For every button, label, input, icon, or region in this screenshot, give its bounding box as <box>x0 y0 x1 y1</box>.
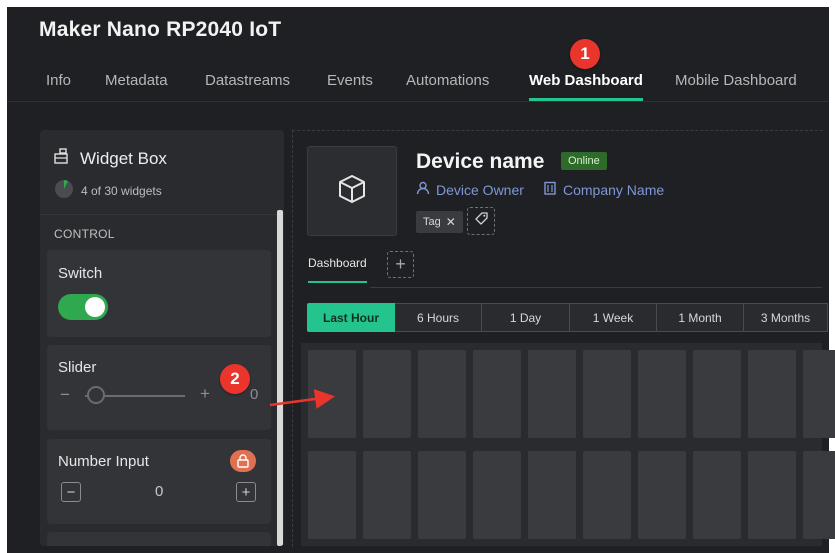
grid-cell[interactable] <box>803 350 835 438</box>
number-value: 0 <box>155 483 164 500</box>
toggle-knob <box>85 297 105 317</box>
tab-events[interactable]: Events <box>327 72 373 98</box>
grid-cell[interactable] <box>693 451 741 539</box>
annotation-badge-2: 2 <box>220 364 250 394</box>
range-3-months[interactable]: 3 Months <box>744 303 828 332</box>
tag-icon <box>474 212 488 230</box>
range-1-month[interactable]: 1 Month <box>657 303 744 332</box>
range-1-day[interactable]: 1 Day <box>482 303 570 332</box>
grid-cell[interactable] <box>638 451 686 539</box>
grid-cell[interactable] <box>418 451 466 539</box>
grid-cell[interactable] <box>418 350 466 438</box>
add-tag-button[interactable] <box>467 207 495 235</box>
tab-info[interactable]: Info <box>46 72 71 98</box>
grid-cell[interactable] <box>473 350 521 438</box>
dashboard-grid[interactable] <box>301 343 835 546</box>
divider <box>40 214 284 215</box>
divider <box>370 287 822 288</box>
tab-dashboard[interactable]: Dashboard <box>308 256 367 283</box>
device-owner-label: Device Owner <box>436 181 524 198</box>
widget-box-header: Widget Box <box>54 148 167 169</box>
grid-cell[interactable] <box>528 350 576 438</box>
widget-box-panel: Widget Box 4 of 30 widgets CONTROL Switc… <box>40 130 284 546</box>
company-label: Company Name <box>563 181 665 198</box>
slider-minus[interactable]: − <box>60 385 70 405</box>
device-owner-link[interactable]: Device Owner <box>416 181 524 198</box>
lock-icon <box>230 450 256 472</box>
tab-datastreams[interactable]: Datastreams <box>205 72 290 98</box>
company-link[interactable]: Company Name <box>543 181 664 198</box>
time-range-selector: Last Hour 6 Hours 1 Day 1 Week 1 Month 3… <box>307 303 828 332</box>
user-icon <box>416 181 430 198</box>
tab-mobile-dashboard[interactable]: Mobile Dashboard <box>675 72 797 98</box>
grid-cell[interactable] <box>583 451 631 539</box>
grid-cell[interactable] <box>363 350 411 438</box>
widget-number-input[interactable]: Number Input − 0 + <box>47 439 271 524</box>
device-image[interactable] <box>307 146 397 236</box>
grid-cell[interactable] <box>473 451 521 539</box>
grid-cell[interactable] <box>803 451 835 539</box>
section-heading-control: CONTROL <box>54 227 115 241</box>
add-dashboard-tab-button[interactable]: + <box>387 251 414 278</box>
range-last-hour[interactable]: Last Hour <box>307 303 395 332</box>
increment-button[interactable]: + <box>236 482 256 502</box>
widget-box-icon <box>54 148 72 169</box>
tag-chip[interactable]: Tag ✕ <box>416 211 463 233</box>
close-icon[interactable]: ✕ <box>446 215 456 229</box>
scrollbar[interactable] <box>277 210 283 546</box>
cube-icon <box>336 173 368 210</box>
grid-cell[interactable] <box>748 350 796 438</box>
annotation-badge-1: 1 <box>570 39 600 69</box>
tag-label: Tag <box>423 216 441 228</box>
widget-switch[interactable]: Switch <box>47 250 271 337</box>
range-1-week[interactable]: 1 Week <box>570 303 657 332</box>
grid-cell[interactable] <box>308 350 356 438</box>
widget-next[interactable] <box>47 532 271 546</box>
pie-progress-icon <box>54 179 74 202</box>
grid-cell[interactable] <box>363 451 411 539</box>
tab-metadata[interactable]: Metadata <box>105 72 168 98</box>
widget-count-text: 4 of 30 widgets <box>81 183 162 198</box>
page-title: Maker Nano RP2040 IoT <box>39 18 282 41</box>
status-badge: Online <box>561 152 607 170</box>
grid-cell[interactable] <box>583 350 631 438</box>
grid-cell[interactable] <box>638 350 686 438</box>
slider-plus[interactable]: + <box>200 384 210 404</box>
tab-bar: Info Metadata Datastreams Events Automat… <box>7 68 829 102</box>
device-name: Device name <box>416 150 545 173</box>
slider-thumb[interactable] <box>87 386 105 404</box>
grid-cell[interactable] <box>693 350 741 438</box>
tab-automations[interactable]: Automations <box>406 72 489 98</box>
decrement-button[interactable]: − <box>61 482 81 502</box>
grid-cell[interactable] <box>748 451 796 539</box>
grid-cell[interactable] <box>528 451 576 539</box>
grid-cell[interactable] <box>308 451 356 539</box>
switch-toggle[interactable] <box>58 294 108 320</box>
range-6-hours[interactable]: 6 Hours <box>395 303 482 332</box>
widget-count: 4 of 30 widgets <box>54 179 162 202</box>
building-icon <box>543 181 557 198</box>
tab-web-dashboard[interactable]: Web Dashboard <box>529 72 643 101</box>
widget-label: Number Input <box>58 453 149 470</box>
slider-value: 0 <box>250 386 259 403</box>
widget-box-title: Widget Box <box>80 148 167 168</box>
widget-label: Slider <box>58 359 97 376</box>
widget-label: Switch <box>58 265 103 282</box>
